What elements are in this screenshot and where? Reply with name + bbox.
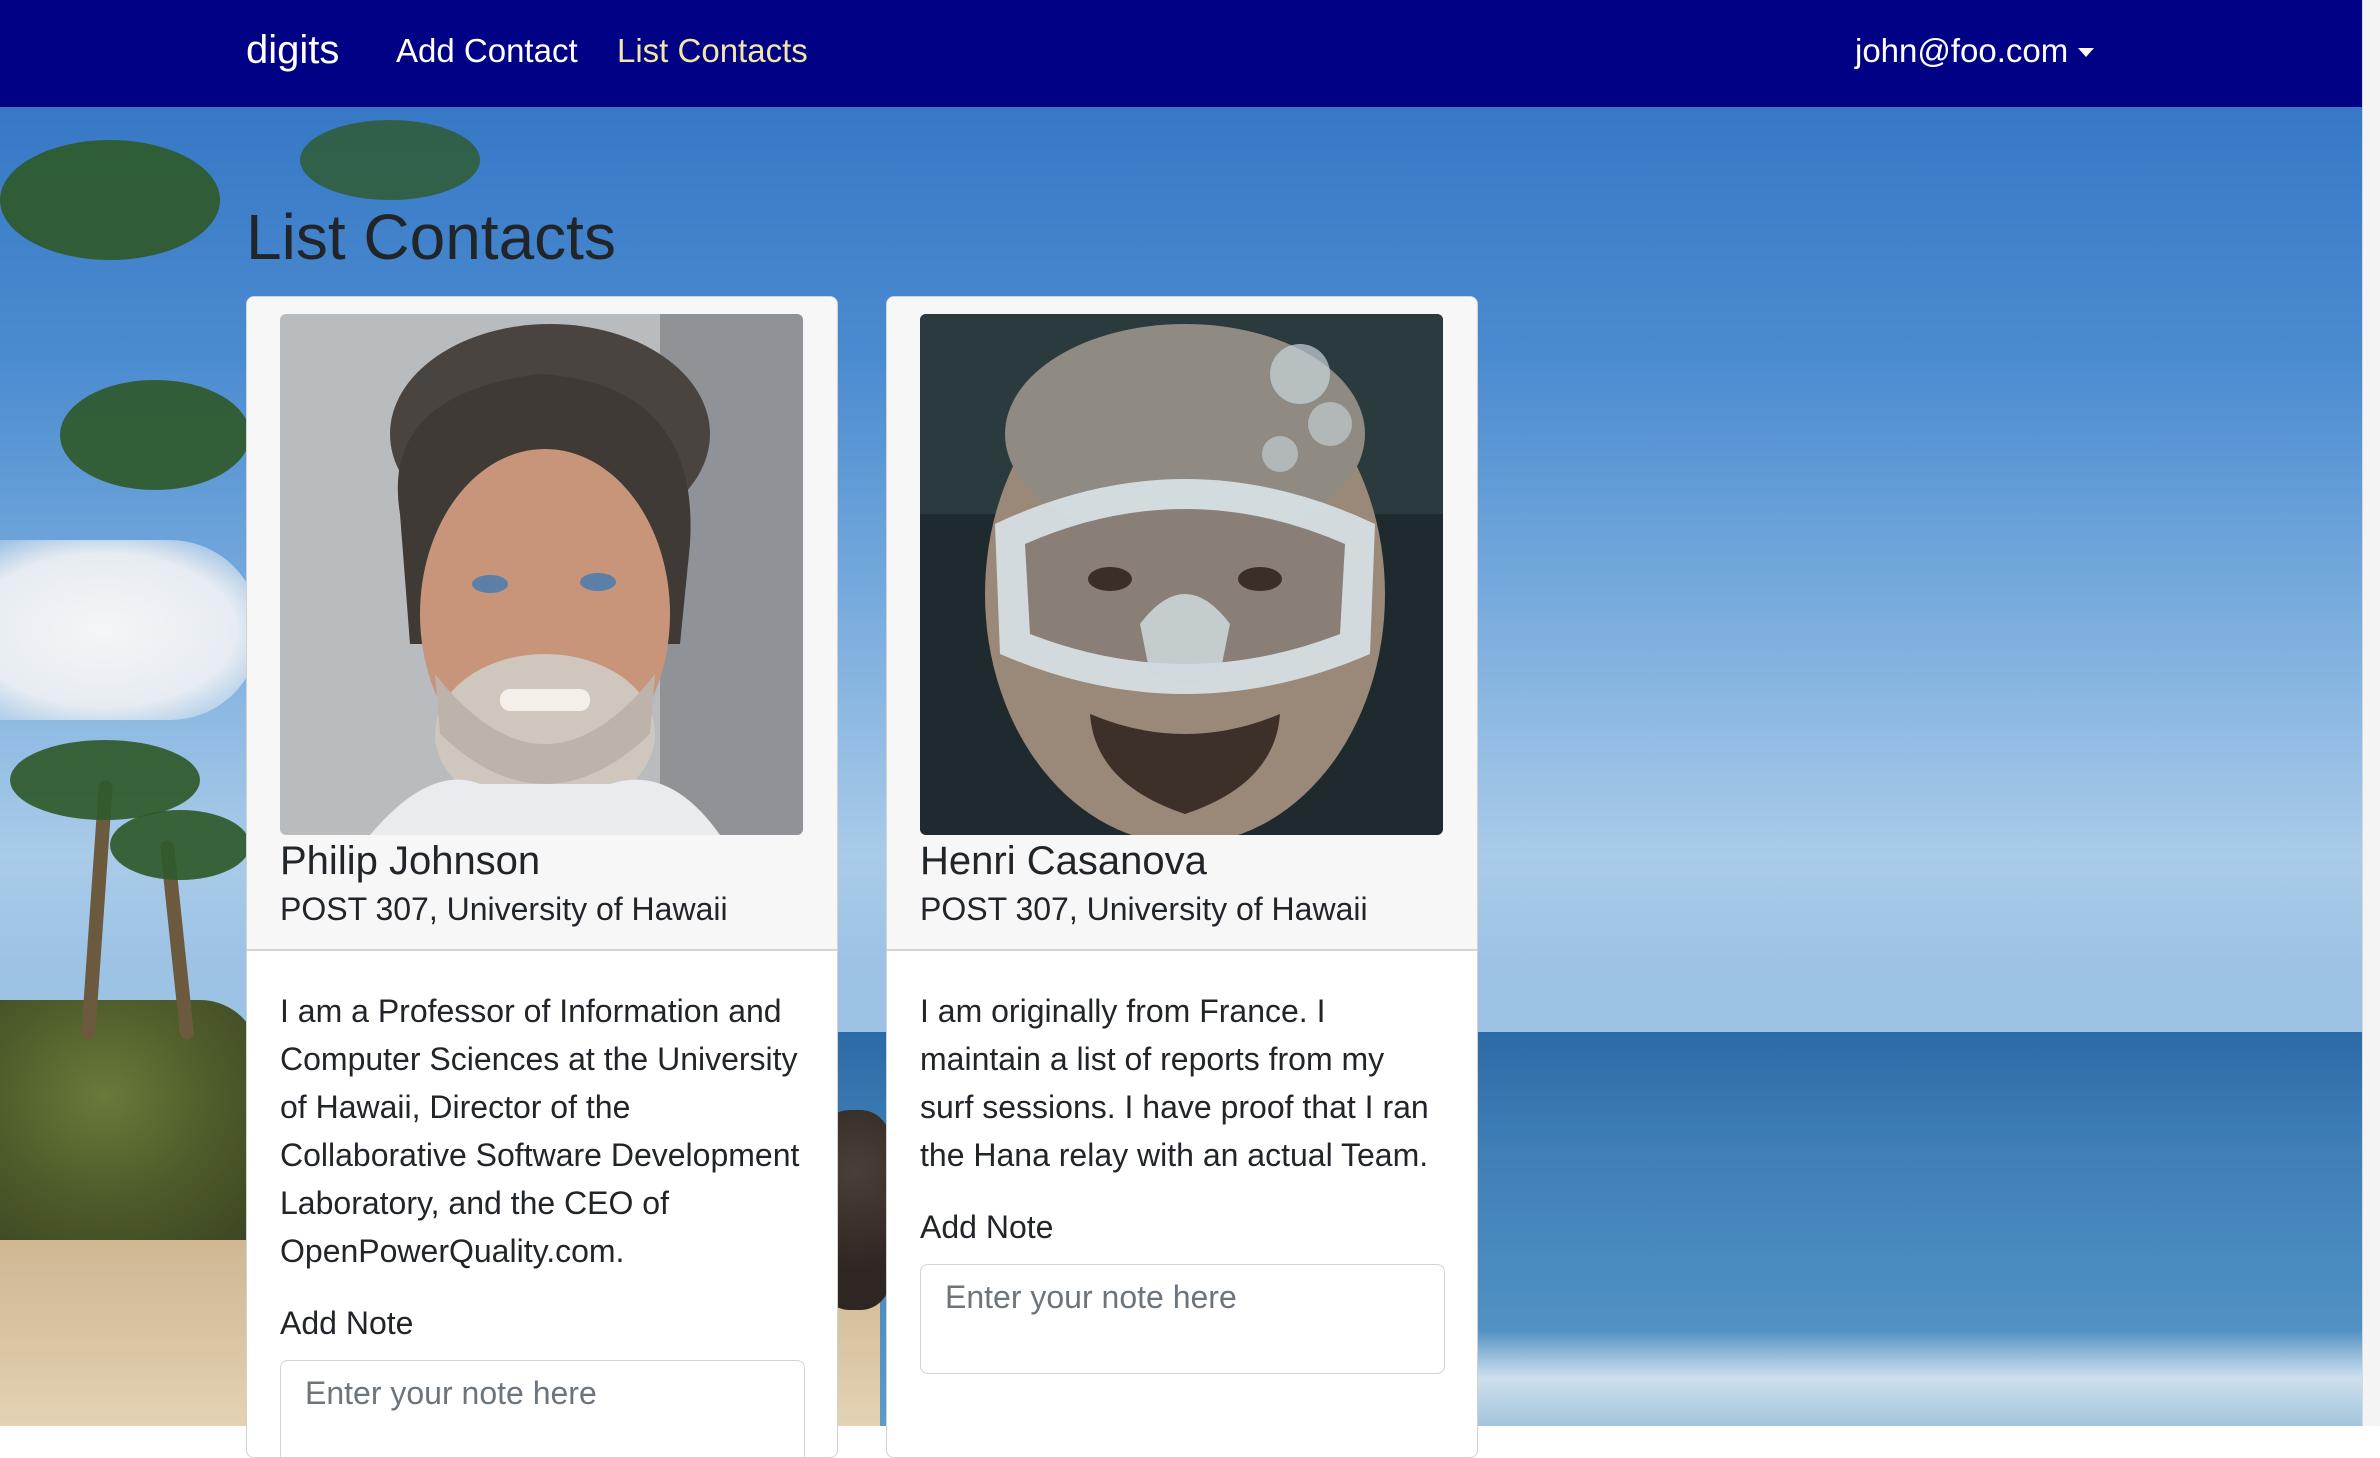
card-body: I am originally from France. I maintain … xyxy=(887,951,1477,1374)
contact-name: Henri Casanova xyxy=(920,839,1207,883)
contact-photo xyxy=(280,314,803,835)
contact-card: Philip Johnson POST 307, University of H… xyxy=(246,296,838,1458)
contact-card: Henri Casanova POST 307, University of H… xyxy=(886,296,1478,1458)
card-header: Philip Johnson POST 307, University of H… xyxy=(247,297,837,951)
caret-down-icon xyxy=(2078,47,2095,57)
navbar: digits Add Contact List Contacts john@fo… xyxy=(0,0,2362,107)
add-note-label: Add Note xyxy=(280,1305,414,1341)
user-dropdown[interactable]: john@foo.com xyxy=(1855,32,2095,70)
contact-name: Philip Johnson xyxy=(280,839,541,883)
contact-address: POST 307, University of Hawaii xyxy=(920,891,1368,927)
contact-photo xyxy=(920,314,1443,835)
note-input[interactable] xyxy=(920,1264,1445,1374)
palm-fronds xyxy=(110,810,250,880)
palm-fronds xyxy=(60,380,250,490)
nav-add-contact[interactable]: Add Contact xyxy=(396,32,578,70)
user-email: john@foo.com xyxy=(1855,32,2069,69)
add-note-label: Add Note xyxy=(920,1209,1054,1245)
brand-link[interactable]: digits xyxy=(246,28,339,73)
contact-address: POST 307, University of Hawaii xyxy=(280,891,728,927)
scrollbar[interactable] xyxy=(2362,0,2380,1426)
wave-foam xyxy=(1460,1330,2380,1426)
palm-fronds xyxy=(10,740,200,820)
card-body: I am a Professor of Information and Comp… xyxy=(247,951,837,1457)
page-title: List Contacts xyxy=(246,201,616,273)
card-header: Henri Casanova POST 307, University of H… xyxy=(887,297,1477,951)
shrub xyxy=(0,1000,260,1240)
contact-description: I am originally from France. I maintain … xyxy=(920,993,1429,1173)
note-input[interactable] xyxy=(280,1360,805,1457)
palm-fronds xyxy=(0,140,220,260)
palm-fronds xyxy=(300,120,480,200)
cloud xyxy=(0,540,260,720)
nav-list-contacts[interactable]: List Contacts xyxy=(617,32,808,70)
contact-description: I am a Professor of Information and Comp… xyxy=(280,993,800,1269)
